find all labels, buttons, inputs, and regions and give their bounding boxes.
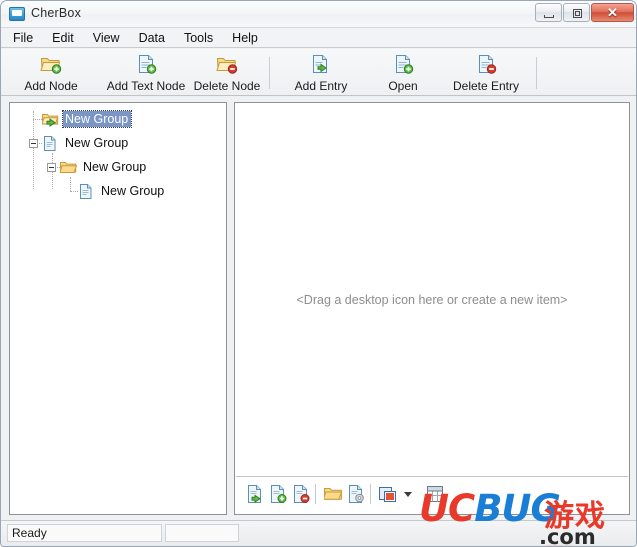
tree-node-3-label: New Group: [83, 160, 147, 174]
toolbar-separator-1: [269, 57, 270, 89]
close-button[interactable]: ✕: [591, 3, 634, 22]
file-open-icon: [392, 54, 414, 74]
new-entry-shortcut-icon[interactable]: [246, 485, 264, 503]
toolbar-separator-2: [536, 57, 537, 89]
menu-item-data[interactable]: Data: [139, 29, 175, 47]
folder-shortcut-icon: [41, 112, 59, 127]
menu-item-file[interactable]: File: [13, 29, 43, 47]
folder-open-icon: [59, 160, 78, 175]
new-entry-add-icon[interactable]: [269, 485, 287, 503]
view-mode-icon[interactable]: [379, 485, 397, 503]
toolbar-label-open: Open: [388, 79, 418, 93]
bottom-toolbar-separator-1: [315, 484, 316, 504]
status-text: Ready: [7, 524, 162, 542]
main-toolbar: Add Node Add Text Node Delete Node Add E…: [1, 49, 636, 96]
minimize-button[interactable]: [535, 3, 562, 22]
status-secondary-cell: [165, 524, 239, 542]
toolbar-button-delete-node[interactable]: Delete Node: [177, 52, 277, 94]
file-add-icon: [135, 54, 157, 74]
application-window: CherBox ✕ File Edit View Data Tools Help: [0, 0, 637, 547]
tree-view[interactable]: New Group New Group New Group New Group: [9, 102, 227, 515]
toolbar-button-open[interactable]: Open: [364, 52, 442, 94]
menu-item-edit[interactable]: Edit: [52, 29, 84, 47]
delete-entry-icon[interactable]: [292, 485, 310, 503]
menu-item-help[interactable]: Help: [232, 29, 268, 47]
table-view-icon[interactable]: [426, 485, 444, 503]
tree-node-1-label: New Group: [61, 110, 133, 128]
tree-node-2-label: New Group: [65, 136, 129, 150]
toolbar-label-add-node: Add Node: [24, 79, 78, 93]
folder-add-icon: [40, 54, 62, 74]
view-mode-dropdown-caret[interactable]: [404, 492, 412, 497]
bottom-toolbar-separator-2: [370, 484, 371, 504]
tree-expander-node-3[interactable]: [47, 163, 56, 172]
tree-connector-vertical-leaf: [70, 177, 71, 191]
monitor-icon: [9, 7, 25, 21]
file-shortcut-icon: [310, 54, 332, 74]
menu-item-tools[interactable]: Tools: [184, 29, 223, 47]
toolbar-button-add-entry[interactable]: Add Entry: [279, 52, 363, 94]
menu-bar: File Edit View Data Tools Help: [1, 28, 636, 48]
entry-bottom-toolbar: [236, 476, 628, 513]
entry-list-pane[interactable]: <Drag a desktop icon here or create a ne…: [234, 102, 630, 515]
tree-node-3[interactable]: New Group: [59, 158, 149, 176]
window-controls: ✕: [535, 3, 634, 22]
tree-connector-h-4: [70, 191, 78, 192]
toolbar-label-add-entry: Add Entry: [294, 79, 348, 93]
maximize-button[interactable]: [563, 3, 590, 22]
folder-delete-icon: [216, 54, 238, 74]
tree-connector-h-1: [33, 119, 42, 120]
window-title: CherBox: [31, 6, 82, 20]
minimize-icon: [544, 15, 554, 18]
status-bar: Ready: [1, 520, 636, 546]
content-area: New Group New Group New Group New Group …: [1, 96, 636, 521]
text-file-icon: [78, 183, 95, 199]
drag-hint-text: <Drag a desktop icon here or create a ne…: [296, 293, 568, 307]
toolbar-label-delete-entry: Delete Entry: [452, 79, 520, 93]
maximize-icon: [573, 9, 582, 18]
tree-node-4[interactable]: New Group: [78, 182, 167, 200]
toolbar-button-add-node[interactable]: Add Node: [11, 52, 91, 94]
open-folder-icon[interactable]: [322, 485, 343, 503]
tree-node-2[interactable]: New Group: [42, 134, 131, 152]
tree-expander-node-2[interactable]: [29, 139, 38, 148]
title-bar: CherBox ✕: [1, 1, 636, 28]
tree-connector-vertical-root: [33, 111, 34, 189]
menu-item-view[interactable]: View: [93, 29, 130, 47]
toolbar-label-delete-node: Delete Node: [193, 79, 261, 93]
entry-properties-icon[interactable]: [347, 485, 365, 503]
tree-node-1[interactable]: New Group: [41, 110, 133, 128]
file-delete-icon: [475, 54, 497, 74]
text-file-icon: [42, 135, 59, 151]
toolbar-button-delete-entry[interactable]: Delete Entry: [438, 52, 534, 94]
close-icon: ✕: [607, 5, 618, 20]
tree-node-4-label: New Group: [101, 184, 165, 198]
